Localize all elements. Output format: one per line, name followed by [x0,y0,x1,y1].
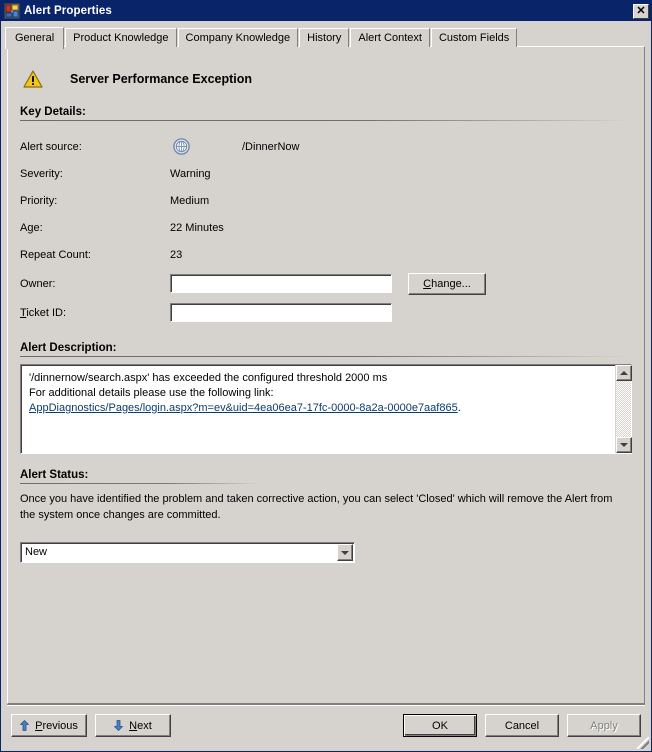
alert-header: Server Performance Exception [22,66,632,92]
next-button[interactable]: Next [95,714,171,737]
owner-input[interactable] [170,274,392,293]
repeat-count-label: Repeat Count: [20,248,91,261]
scroll-up-arrow-icon[interactable] [616,365,632,381]
key-detail-row-priority: Priority: Medium [20,187,632,214]
priority-label: Priority: [20,194,58,207]
alert-status-rule [20,483,260,484]
title-bar: Alert Properties ✕ [1,1,651,21]
tab-history[interactable]: History [299,28,350,47]
next-button-label: Next [129,719,152,732]
priority-value: Medium [170,194,210,207]
key-detail-row-ticket-id: Ticket ID: [20,299,632,326]
warning-triangle-icon [22,69,44,89]
cancel-button[interactable]: Cancel [485,714,559,737]
close-icon[interactable]: ✕ [633,3,649,19]
footer-divider [7,704,645,706]
tab-general[interactable]: General [5,27,65,49]
scroll-down-arrow-icon[interactable] [616,437,632,453]
link-suffix: . [457,402,461,414]
alert-status-dropdown[interactable]: New [20,542,355,563]
description-line-1: '/dinnernow/search.aspx' has exceeded th… [29,372,388,384]
tab-product-knowledge[interactable]: Product Knowledge [65,28,177,47]
alert-status-note: Once you have identified the problem and… [20,493,613,521]
alert-status-heading: Alert Status: [20,469,89,481]
change-button-accel: C [423,277,432,290]
previous-button-label: Previous [35,719,78,732]
key-detail-row-age: Age: 22 Minutes [20,214,632,241]
tab-company-knowledge[interactable]: Company Knowledge [177,28,299,47]
alert-description-box[interactable]: '/dinnernow/search.aspx' has exceeded th… [20,364,632,454]
alert-title: Server Performance Exception [70,72,253,86]
severity-label: Severity: [20,167,63,180]
alert-source-value: /DinnerNow [242,140,300,153]
resize-grip[interactable] [637,737,649,749]
key-details-rule [20,120,632,121]
key-detail-row-repeat-count: Repeat Count: 23 [20,241,632,268]
key-details-heading: Key Details: [20,106,86,118]
alert-properties-icon [4,3,20,19]
tab-custom-fields[interactable]: Custom Fields [430,28,518,47]
alert-properties-window: Alert Properties ✕ General Product Knowl… [0,0,652,752]
change-button-label: hange... [431,277,471,290]
alert-description-rule [20,356,632,357]
general-tab-page: Server Performance Exception Key Details… [7,46,645,704]
owner-label: Owner: [20,277,56,290]
ticket-id-label: Ticket ID: [20,306,67,319]
tab-strip: General Product Knowledge Company Knowle… [5,26,651,49]
down-arrow-icon [114,720,124,731]
previous-button[interactable]: Previous [11,714,87,737]
window-title: Alert Properties [24,5,112,17]
web-application-icon [173,138,190,155]
ticket-id-input[interactable] [170,303,392,322]
key-detail-row-alert-source: Alert source: /DinnerNow [20,133,632,160]
description-line-2: For additional details please use the fo… [29,387,274,399]
apply-button[interactable]: Apply [567,714,641,737]
tab-alert-context[interactable]: Alert Context [350,28,430,47]
diagnostics-link[interactable]: AppDiagnostics/Pages/login.aspx?m=ev&uid… [29,402,458,414]
repeat-count-value: 23 [170,248,183,261]
alert-description-heading: Alert Description: [20,342,117,354]
alert-description-text: '/dinnernow/search.aspx' has exceeded th… [21,365,631,422]
ok-button[interactable]: OK [403,714,477,737]
description-scrollbar[interactable] [615,365,632,453]
alert-source-label: Alert source: [20,140,82,153]
age-label: Age: [20,221,43,234]
key-detail-row-severity: Severity: Warning [20,160,632,187]
description-line-3: AppDiagnostics/Pages/login.aspx?m=ev&uid… [29,401,623,416]
dialog-footer: Previous Next OK Cancel Apply [1,704,651,751]
chevron-down-icon[interactable] [337,544,353,561]
up-arrow-icon [20,720,29,731]
age-value: 22 Minutes [170,221,224,234]
severity-value: Warning [170,167,211,180]
change-owner-button[interactable]: Change... [408,272,486,295]
alert-status-value: New [25,546,48,558]
key-detail-row-owner: Owner: Change... [20,268,632,299]
key-details-list: Alert source: /DinnerNow Severity: Warni… [20,133,632,326]
